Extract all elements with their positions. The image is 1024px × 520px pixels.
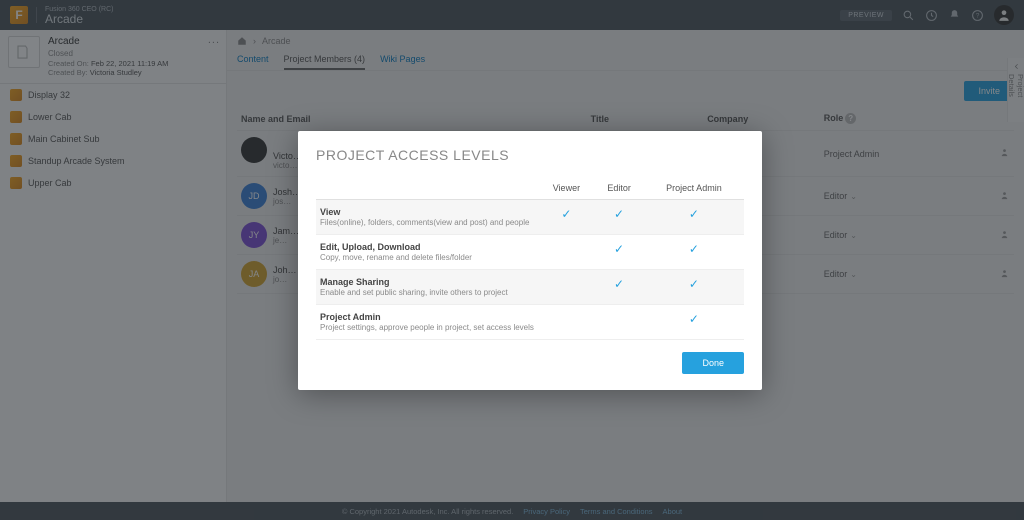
check-icon: ✓ (689, 242, 699, 256)
access-levels-modal: PROJECT ACCESS LEVELS Viewer Editor Proj… (298, 131, 762, 390)
check-icon: ✓ (614, 242, 624, 256)
access-row: Edit, Upload, DownloadCopy, move, rename… (316, 235, 744, 270)
permission-desc: Files(online), folders, comments(view an… (320, 218, 535, 227)
col-admin: Project Admin (644, 177, 744, 200)
col-viewer: Viewer (539, 177, 595, 200)
modal-title: PROJECT ACCESS LEVELS (316, 147, 744, 163)
permission-name: Project Admin (320, 312, 381, 322)
access-row: Manage SharingEnable and set public shar… (316, 270, 744, 305)
check-icon: ✓ (561, 207, 571, 221)
check-icon: ✓ (689, 312, 699, 326)
done-button[interactable]: Done (682, 352, 744, 374)
permission-desc: Copy, move, rename and delete files/fold… (320, 253, 535, 262)
check-icon: ✓ (689, 207, 699, 221)
access-row: ViewFiles(online), folders, comments(vie… (316, 200, 744, 235)
permission-desc: Project settings, approve people in proj… (320, 323, 535, 332)
check-icon: ✓ (689, 277, 699, 291)
check-icon: ✓ (614, 207, 624, 221)
permission-name: View (320, 207, 340, 217)
permission-name: Edit, Upload, Download (320, 242, 421, 252)
col-editor: Editor (594, 177, 644, 200)
access-table: Viewer Editor Project Admin ViewFiles(on… (316, 177, 744, 340)
check-icon: ✓ (614, 277, 624, 291)
permission-desc: Enable and set public sharing, invite ot… (320, 288, 535, 297)
access-row: Project AdminProject settings, approve p… (316, 305, 744, 340)
permission-name: Manage Sharing (320, 277, 390, 287)
